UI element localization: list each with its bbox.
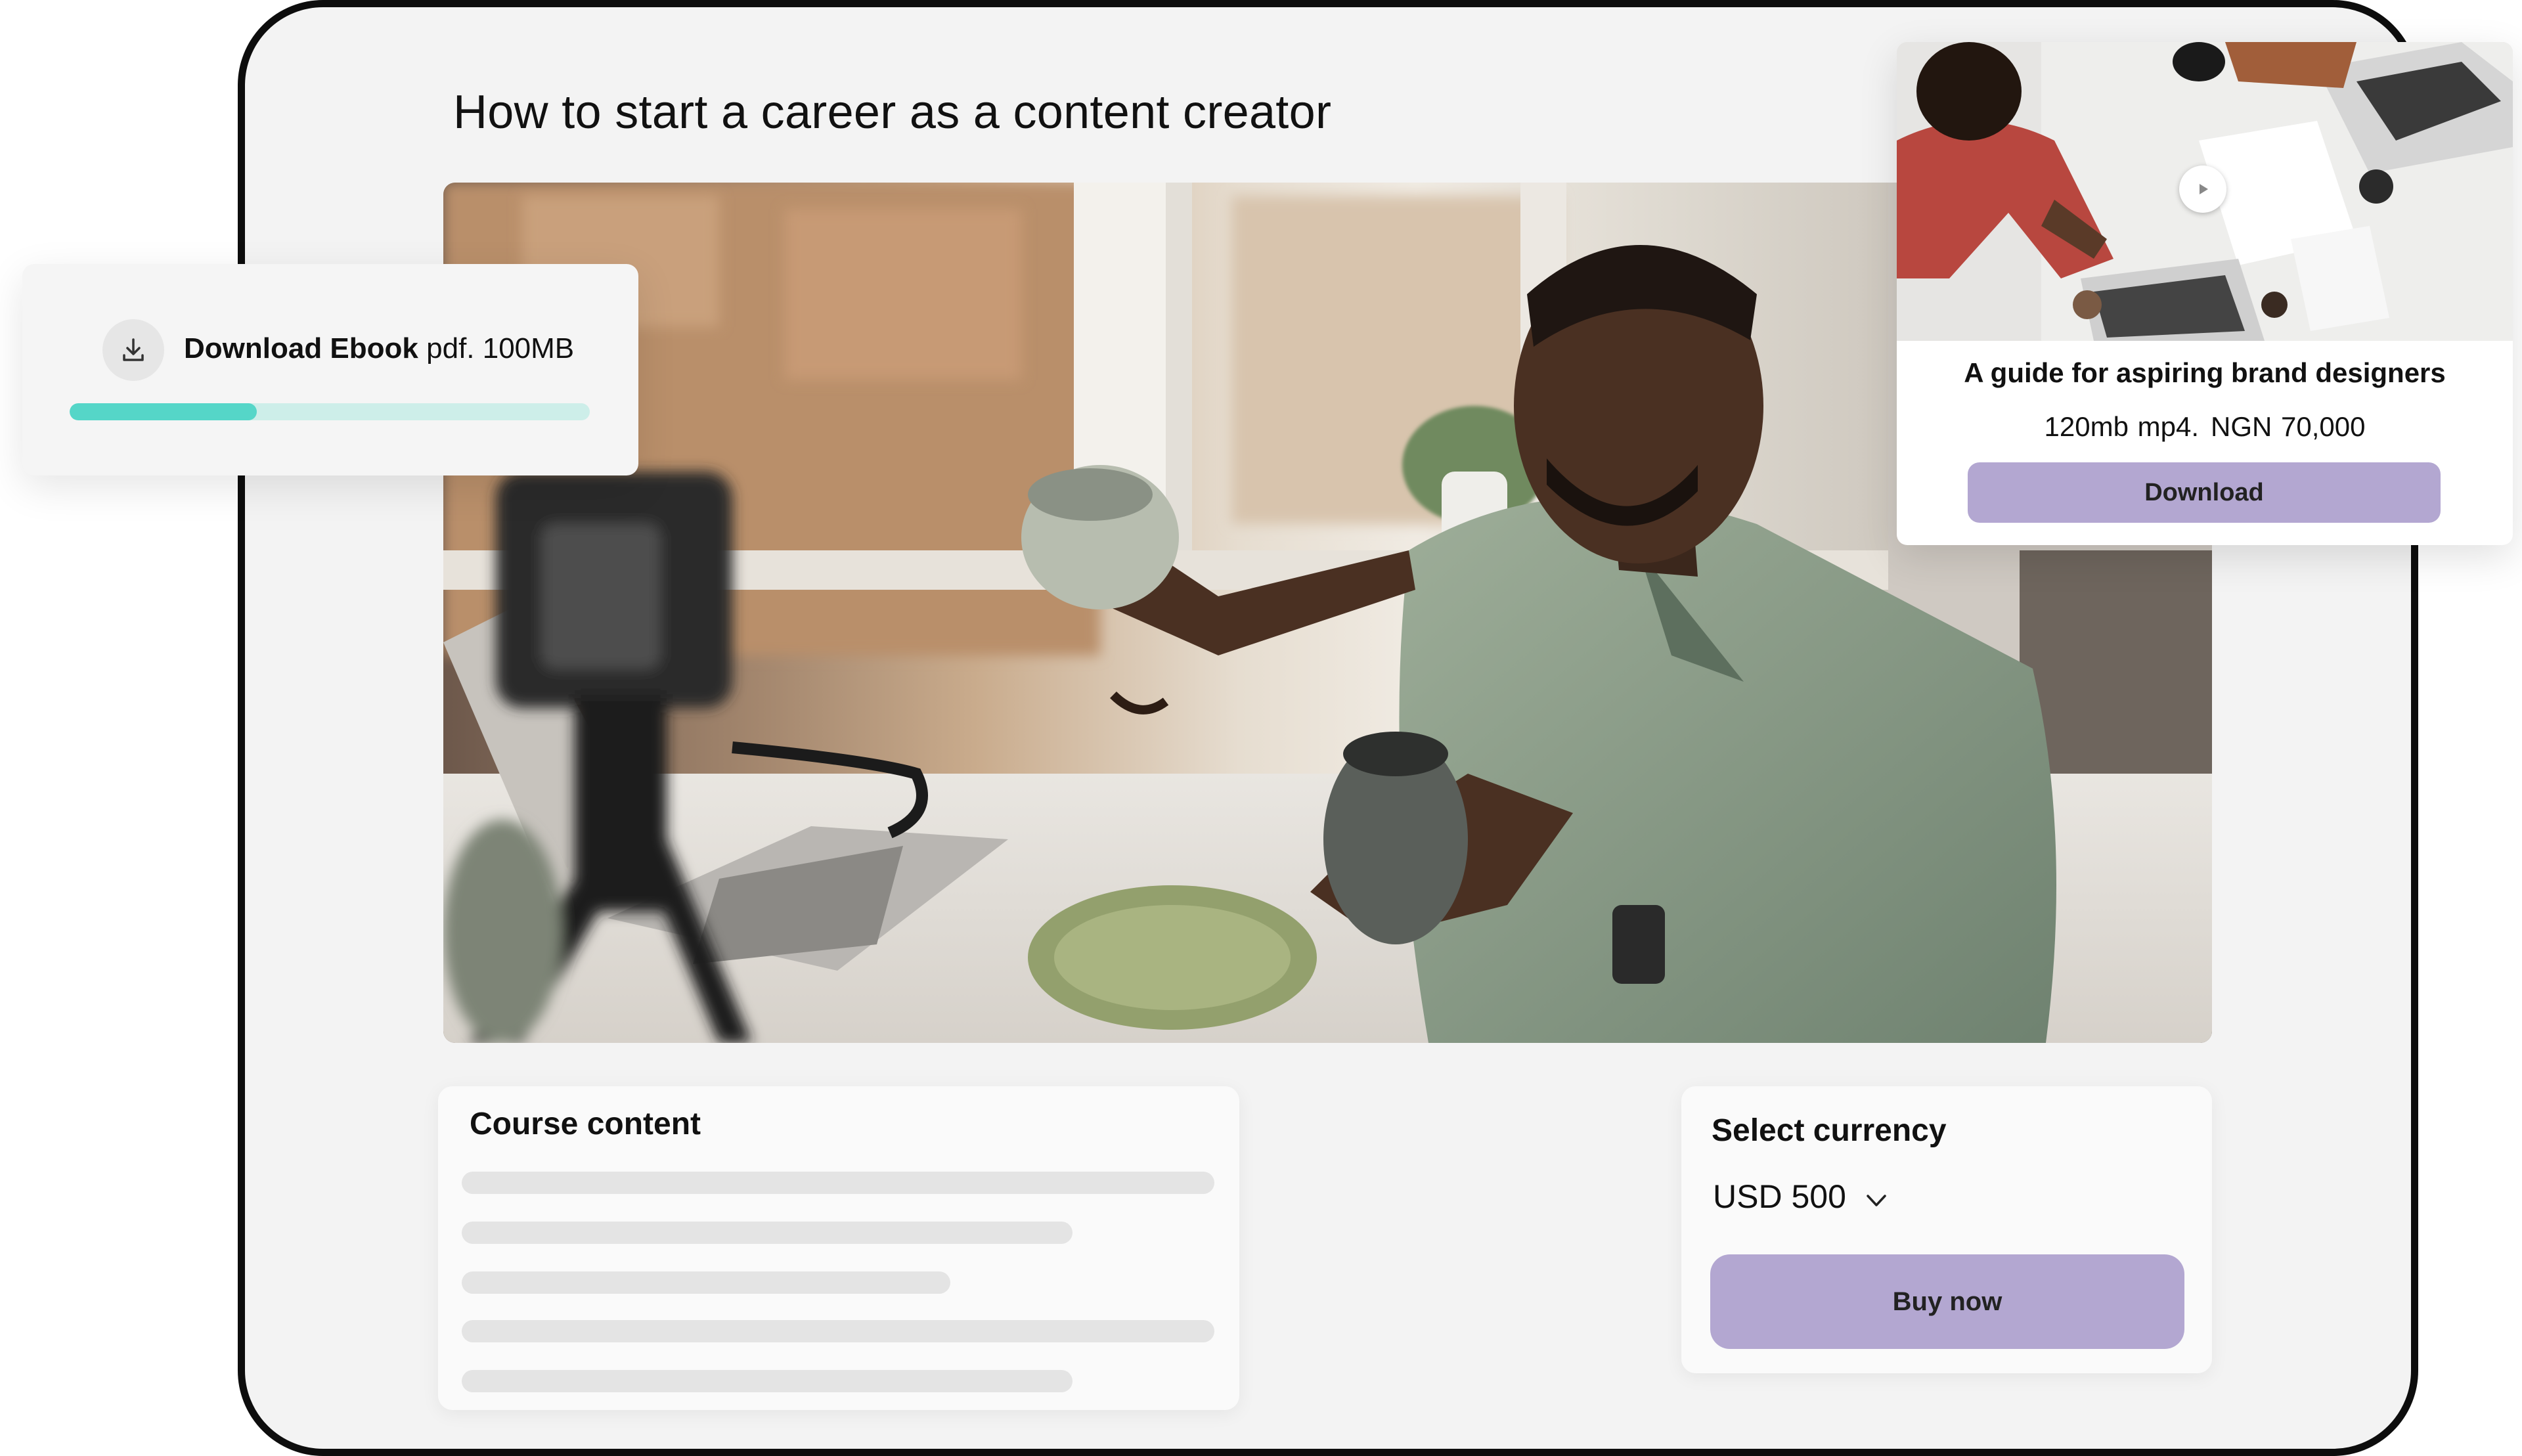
course-content-title: Course content	[470, 1107, 701, 1141]
skeleton-line	[462, 1172, 1214, 1194]
guide-size: 120mb mp4.	[2044, 411, 2199, 442]
video-guide-card: A guide for aspiring brand designers 120…	[1897, 42, 2513, 545]
download-progress-bar	[70, 403, 590, 420]
download-progress-fill	[70, 403, 257, 420]
currency-value: USD 500	[1713, 1178, 1846, 1215]
skeleton-line	[462, 1320, 1214, 1342]
course-content-card: Course content	[438, 1086, 1239, 1410]
download-ebook-card[interactable]: Download Ebook pdf. 100MB	[22, 264, 638, 475]
currency-select[interactable]: USD 500	[1713, 1170, 1887, 1223]
download-button[interactable]: Download	[1968, 462, 2441, 523]
guide-meta: 120mb mp4. NGN 70,000	[1897, 411, 2513, 443]
skeleton-line	[462, 1370, 1073, 1392]
select-currency-label: Select currency	[1712, 1113, 1947, 1148]
buy-now-button[interactable]: Buy now	[1710, 1254, 2184, 1349]
page-title: How to start a career as a content creat…	[453, 86, 1332, 139]
chevron-down-icon	[1866, 1178, 1887, 1216]
skeleton-line	[462, 1222, 1073, 1244]
guide-price: NGN 70,000	[2211, 411, 2366, 442]
skeleton-line	[462, 1271, 950, 1294]
download-icon[interactable]	[102, 319, 164, 381]
play-icon[interactable]	[2179, 165, 2226, 213]
guide-title: A guide for aspiring brand designers	[1964, 357, 2446, 388]
ebook-meta: pdf. 100MB	[426, 332, 575, 364]
ebook-title: Download Ebook	[184, 332, 418, 364]
currency-card: Select currency USD 500 Buy now	[1681, 1086, 2212, 1373]
ebook-label: Download Ebook pdf. 100MB	[184, 332, 574, 365]
